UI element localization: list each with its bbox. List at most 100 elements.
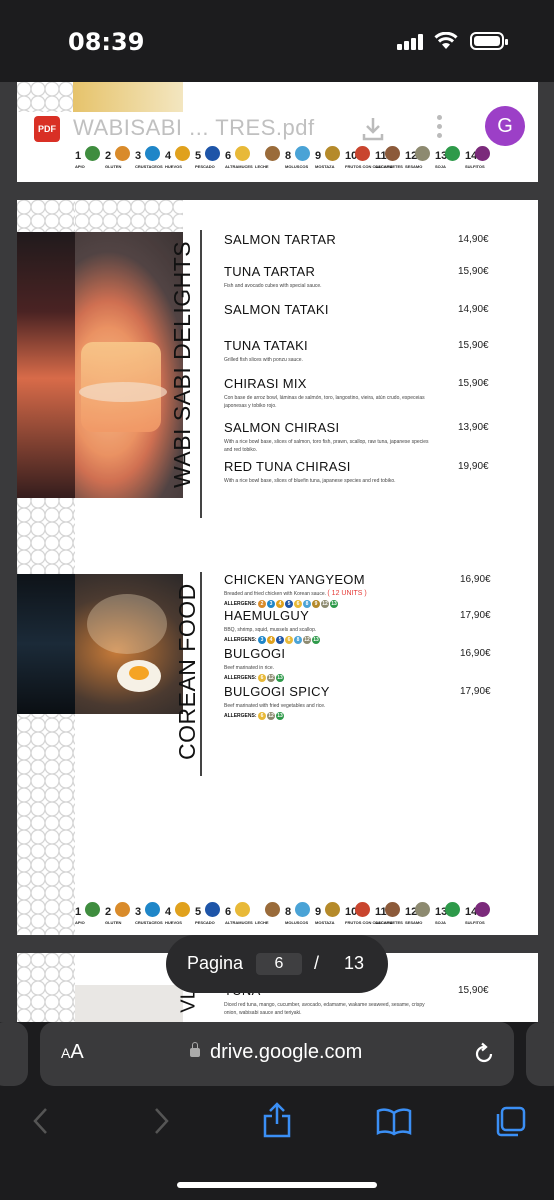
allergen-badge: 13 (312, 636, 320, 644)
korean-food-photo (17, 574, 183, 714)
next-tab-preview[interactable] (526, 1022, 554, 1086)
allergen-label: MOSTAZA (315, 920, 335, 925)
allergen-badge: 12 (321, 600, 329, 608)
status-bar: 08:39 (0, 0, 554, 82)
allergen-label: GLUTEN (105, 164, 122, 169)
allergen-icon (145, 146, 160, 161)
back-icon[interactable] (32, 1106, 50, 1136)
allergen-badge: 2 (258, 600, 266, 608)
allergen-badge: 12 (267, 712, 275, 720)
allergen-icon (385, 902, 400, 917)
allergen-icon (325, 902, 340, 917)
allergen-label: HUEVOS (165, 920, 182, 925)
lock-icon (190, 1042, 200, 1057)
allergen-label: APIO (75, 920, 85, 925)
item-price: 15,90€ (458, 378, 489, 389)
menu-item: CHICKEN YANGYEOM 16,90€ Breaded and fried … (224, 572, 524, 609)
allergen-label: LECHE (255, 920, 269, 925)
item-description: Beef marinated in rice. (224, 664, 429, 672)
allergen-label: SESAMO (405, 920, 423, 925)
section-divider (200, 572, 202, 776)
allergen-badge: 13 (276, 674, 284, 682)
allergen-label: MOSTAZA (315, 164, 335, 169)
allergen-label: CRUSTACEOS (135, 164, 163, 169)
allergen-number: 1 (75, 906, 82, 918)
allergen-icon (415, 902, 430, 917)
home-indicator (177, 1182, 377, 1188)
allergens-label: ALLERGENS: (224, 675, 257, 681)
allergen-icon (175, 146, 190, 161)
item-price: 17,90€ (460, 686, 491, 697)
download-icon[interactable] (361, 116, 385, 142)
item-description: Grilled fish slices with ponzu sauce. (224, 357, 303, 363)
allergen-number: 8 (285, 150, 292, 162)
allergen-icon (85, 146, 100, 161)
allergen-icon (115, 146, 130, 161)
menu-item: BULGOGI SPICY 17,90€ Beef marinated with f… (224, 684, 524, 721)
allergen-icon (145, 902, 160, 917)
allergen-label: SULFITOS (465, 164, 485, 169)
item-description: Fish and avocado cubes with special sauc… (224, 283, 322, 289)
reload-icon[interactable] (472, 1042, 496, 1066)
allergen-icon (325, 146, 340, 161)
allergen-number: 3 (135, 150, 142, 162)
allergen-label: HUEVOS (165, 164, 182, 169)
pdf-page-5-partial: PDF WABISABI ... TRES.pdf G 1 APIO 2 GLUTEN… (17, 82, 538, 182)
allergen-label: CRUSTACEOS (135, 920, 163, 925)
more-options-icon[interactable] (437, 115, 443, 141)
reader-options-button[interactable]: AA (61, 1041, 84, 1064)
item-description: With a rice bowl base, slices of bluefin… (224, 478, 396, 484)
item-price: 16,90€ (460, 648, 491, 659)
page-number-input[interactable]: 6 (256, 953, 302, 975)
allergen-badge: 12 (303, 636, 311, 644)
account-avatar[interactable]: G (485, 106, 525, 146)
allergen-badge: 3 (267, 600, 275, 608)
allergen-icon (385, 146, 400, 161)
allergens-label: ALLERGENS: (224, 713, 257, 719)
allergen-icon (85, 902, 100, 917)
allergen-number: 8 (285, 906, 292, 918)
allergen-badge: 5 (276, 636, 284, 644)
allergen-label: GLUTEN (105, 920, 122, 925)
bookmarks-icon[interactable] (376, 1108, 412, 1136)
allergen-number: 2 (105, 150, 112, 162)
item-price: 14,90€ (458, 234, 489, 245)
pdf-viewer[interactable]: PDF WABISABI ... TRES.pdf G 1 APIO 2 GLUTEN… (0, 82, 554, 1022)
menu-item: CHIRASI MIX 15,90€ Con base de arroz bowl,… (224, 376, 524, 410)
page-separator: / (314, 953, 320, 973)
allergen-icon (355, 146, 370, 161)
document-title: WABISABI ... TRES.pdf (73, 115, 315, 140)
menu-item: RED TUNA CHIRASI 19,90€ With a rice bowl b… (224, 459, 524, 485)
tabs-icon[interactable] (494, 1106, 528, 1138)
allergen-label: MOLUSCOS (285, 164, 309, 169)
forward-icon[interactable] (152, 1106, 170, 1136)
share-icon[interactable] (262, 1102, 292, 1138)
item-description: With a rice bowl base, slices of salmon,… (224, 439, 429, 453)
url-text[interactable]: drive.google.com (210, 1041, 362, 1064)
battery-icon (470, 32, 508, 50)
allergen-number: 4 (165, 150, 172, 162)
allergen-icon (265, 146, 280, 161)
allergen-number: 4 (165, 906, 172, 918)
allergen-icon (205, 146, 220, 161)
allergen-icon (295, 146, 310, 161)
allergen-badge: 4 (267, 636, 275, 644)
allergens-label: ALLERGENS: (224, 601, 257, 607)
pdf-page-6: WABI SABI DELIGHTS SALMON TARTAR 14,90€ TU… (17, 200, 538, 935)
previous-tab-preview[interactable] (0, 1022, 28, 1086)
menu-item: TUNA TATAKI 15,90€ Grilled fish slices wit… (224, 338, 524, 364)
allergen-number: 9 (315, 906, 322, 918)
allergen-label: APIO (75, 164, 85, 169)
salmon-tartar-photo (17, 232, 183, 498)
allergen-badge: 6 (258, 712, 266, 720)
menu-item: HAEMULGUY 17,90€ BBQ, shrimp, squid, musse… (224, 608, 524, 645)
allergen-icon (355, 902, 370, 917)
allergen-label: ALTRAMUCES (225, 920, 253, 925)
description-text: BBQ, shrimp, squid, mussels and scallop. (224, 627, 317, 633)
allergen-icon (205, 902, 220, 917)
item-price: 15,90€ (458, 340, 489, 351)
item-price: 16,90€ (460, 574, 491, 585)
allergen-icon (235, 146, 250, 161)
address-bar[interactable]: AA drive.google.com (40, 1022, 514, 1086)
allergen-badges: ALLERGENS: 6 12 13 (224, 712, 524, 721)
